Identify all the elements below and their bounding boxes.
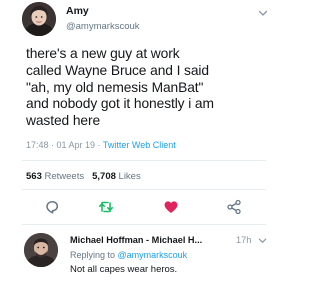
likes-label: Likes [115,171,141,182]
divider [22,224,266,225]
reply-icon [46,201,59,214]
reply-text: Not all capes wear heros. [70,264,178,275]
likes-stat[interactable]: 5,708 Likes [92,171,141,182]
tweet-client-link[interactable]: Twitter Web Client [103,140,176,150]
author-name[interactable]: Amy [66,5,89,17]
tweet-meta: 17:48 · 01 Apr 19 · Twitter Web Client [26,140,176,150]
reply-author-name[interactable]: Michael Hoffman - Michael H... [70,235,202,245]
divider [22,189,266,190]
tweet-stats: 563 Retweets 5,708 Likes [26,171,141,182]
reply-avatar[interactable] [24,233,58,267]
tweet-text: there's a new guy at work called Wayne B… [26,46,214,129]
retweets-label: Retweets [41,171,85,182]
divider [22,160,266,161]
chevron-down-icon[interactable] [258,8,268,18]
reply-header: Michael Hoffman - Michael H... 17h [70,235,270,245]
retweet-button[interactable] [98,199,114,215]
tweet-header: Amy @amymarkscouk [22,2,270,36]
chevron-down-icon[interactable] [258,236,267,245]
reply-time[interactable]: 17h [236,235,251,245]
share-icon [227,199,241,215]
tweet-detail: Amy @amymarkscouk there's a new guy at w… [0,0,280,300]
replying-to-mention[interactable]: @amymarkscouk [118,250,188,260]
retweets-stat[interactable]: 563 Retweets [26,171,84,182]
reply-button[interactable] [44,199,60,215]
reply-avatar-photo [24,233,58,267]
like-button[interactable] [163,199,179,215]
like-heart-icon [164,201,178,213]
share-button[interactable] [226,199,242,215]
retweets-count: 563 [26,171,42,182]
replying-to: Replying to @amymarkscouk [70,250,187,260]
author-handle[interactable]: @amymarkscouk [66,21,140,32]
avatar[interactable] [22,2,56,36]
tweet-timestamp[interactable]: 17:48 · 01 Apr 19 · [26,140,103,150]
retweet-icon [99,201,113,213]
avatar-photo [22,2,56,36]
replying-to-label: Replying to [70,250,118,260]
likes-count: 5,708 [92,171,116,182]
